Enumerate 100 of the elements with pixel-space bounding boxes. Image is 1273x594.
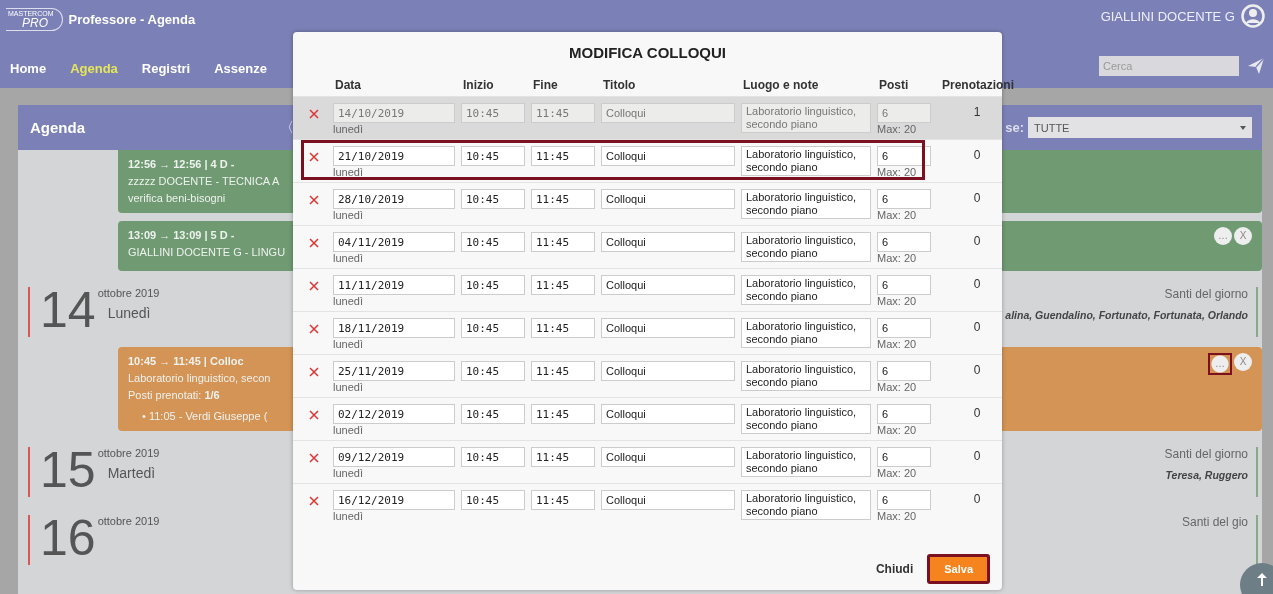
end-time-field[interactable]: 11:45 — [531, 404, 595, 424]
user-name: GIALLINI DOCENTE G — [1100, 8, 1235, 24]
end-time-field[interactable]: 11:45 — [531, 189, 595, 209]
title-field[interactable]: Colloqui — [601, 447, 735, 467]
saints-label: Santi del gio — [1181, 515, 1248, 529]
delete-icon[interactable] — [309, 324, 319, 334]
end-time-field[interactable]: 11:45 — [531, 275, 595, 295]
column-header: Fine — [532, 78, 559, 94]
place-field[interactable]: Laboratorio linguistico, secondo piano — [741, 447, 871, 477]
seats-field[interactable]: 6 — [877, 146, 931, 166]
weekday-label: lunedì — [333, 467, 364, 479]
start-time-field[interactable]: 10:45 — [461, 490, 525, 510]
close-link[interactable]: Chiudi — [875, 562, 914, 576]
seats-field[interactable]: 6 — [877, 404, 931, 424]
place-field[interactable]: Laboratorio linguistico, secondo piano — [741, 232, 871, 262]
date-field[interactable]: 21/10/2019 — [333, 146, 455, 166]
delete-icon[interactable] — [309, 410, 319, 420]
date-field[interactable]: 18/11/2019 — [333, 318, 455, 338]
start-time-field[interactable]: 10:45 — [461, 189, 525, 209]
start-time-field[interactable]: 10:45 — [461, 361, 525, 381]
title-field[interactable]: Colloqui — [601, 490, 735, 510]
event-time: 10:45 → 11:45 | Colloc — [128, 354, 245, 369]
date-field[interactable]: 09/12/2019 — [333, 447, 455, 467]
day-month: ottobre 2019 — [97, 447, 160, 459]
column-header: Prenotazioni — [941, 78, 1015, 94]
place-field[interactable]: Laboratorio linguistico, secondo piano — [741, 361, 871, 391]
date-field[interactable]: 16/12/2019 — [333, 490, 455, 510]
title-field[interactable]: Colloqui — [601, 404, 735, 424]
seats-field[interactable]: 6 — [877, 318, 931, 338]
place-field[interactable]: Laboratorio linguistico, secondo piano — [741, 490, 871, 520]
delete-icon[interactable] — [309, 195, 319, 205]
title-field[interactable]: Colloqui — [601, 232, 735, 252]
seats-field[interactable]: 6 — [877, 361, 931, 381]
max-seats-label: Max: 20 — [877, 467, 918, 479]
date-field[interactable]: 28/10/2019 — [333, 189, 455, 209]
delete-icon[interactable] — [309, 496, 319, 506]
date-field[interactable]: 04/11/2019 — [333, 232, 455, 252]
date-field[interactable]: 02/12/2019 — [333, 404, 455, 424]
max-seats-label: Max: 20 — [877, 424, 918, 436]
nav-link[interactable]: Registri — [141, 61, 191, 76]
date-field[interactable]: 11/11/2019 — [333, 275, 455, 295]
seats-field[interactable]: 6 — [877, 275, 931, 295]
title-field[interactable]: Colloqui — [601, 318, 735, 338]
bookings-count: 0 — [972, 491, 982, 506]
bookings-count: 0 — [972, 233, 982, 248]
user-avatar-icon — [1241, 4, 1265, 28]
end-time-field[interactable]: 11:45 — [531, 146, 595, 166]
search-field[interactable]: Cerca — [1099, 56, 1239, 76]
bookings-count: 0 — [972, 362, 982, 377]
saints-label: Santi del giorno — [1164, 447, 1248, 461]
column-header: Titolo — [602, 78, 637, 94]
bookings-count: 0 — [972, 448, 982, 463]
max-seats-label: Max: 20 — [877, 252, 918, 264]
day-month: ottobre 2019 — [97, 287, 160, 299]
title-field[interactable]: Colloqui — [601, 189, 735, 209]
event-text: GIALLINI DOCENTE G - LINGU — [128, 245, 286, 260]
start-time-field[interactable]: 10:45 — [461, 447, 525, 467]
day-number: 16 — [40, 515, 96, 565]
delete-icon[interactable] — [309, 238, 319, 248]
event-time: 12:56 → 12:56 | 4 D - — [128, 157, 236, 172]
start-time-field[interactable]: 10:45 — [461, 275, 525, 295]
end-time-field[interactable]: 11:45 — [531, 361, 595, 381]
seats-field[interactable]: 6 — [877, 490, 931, 510]
day-weekday: Martedì — [106, 465, 157, 481]
bookings-count: 0 — [972, 147, 982, 162]
title-field[interactable]: Colloqui — [601, 146, 735, 166]
place-field[interactable]: Laboratorio linguistico, secondo piano — [741, 318, 871, 348]
start-time-field[interactable]: 10:45 — [461, 318, 525, 338]
date-field[interactable]: 25/11/2019 — [333, 361, 455, 381]
delete-icon[interactable] — [309, 281, 319, 291]
end-time-field[interactable]: 11:45 — [531, 490, 595, 510]
event-text: Posti prenotati: 1/6 — [128, 388, 221, 403]
start-time-field[interactable]: 10:45 — [461, 232, 525, 252]
nav-link[interactable]: Home — [10, 61, 47, 76]
title-field[interactable]: Colloqui — [601, 275, 735, 295]
place-field[interactable]: Laboratorio linguistico, secondo piano — [741, 189, 871, 219]
seats-field[interactable]: 6 — [877, 447, 931, 467]
nav-link[interactable]: Assenze — [214, 61, 267, 76]
end-time-field[interactable]: 11:45 — [531, 447, 595, 467]
delete-icon[interactable] — [309, 152, 319, 162]
place-field[interactable]: Laboratorio linguistico, secondo piano — [741, 146, 871, 176]
place-field[interactable]: Laboratorio linguistico, secondo piano — [741, 275, 871, 305]
delete-icon[interactable] — [309, 453, 319, 463]
weekday-label: lunedì — [333, 123, 364, 135]
bookings-count: 0 — [972, 319, 982, 334]
filter-select[interactable]: TUTTE — [1028, 117, 1252, 138]
end-time-field[interactable]: 11:45 — [531, 318, 595, 338]
max-seats-label: Max: 20 — [877, 338, 918, 350]
end-time-field[interactable]: 11:45 — [531, 232, 595, 252]
seats-field[interactable]: 6 — [877, 232, 931, 252]
previous-button[interactable]: 〈 — [280, 118, 294, 137]
title-field[interactable]: Colloqui — [601, 361, 735, 381]
start-time-field[interactable]: 10:45 — [461, 146, 525, 166]
seats-field[interactable]: 6 — [877, 189, 931, 209]
page-title: Professore - Agenda — [68, 12, 196, 27]
start-time-field[interactable]: 10:45 — [461, 404, 525, 424]
weekday-label: lunedì — [333, 252, 364, 264]
place-field[interactable]: Laboratorio linguistico, secondo piano — [741, 404, 871, 434]
delete-icon[interactable] — [309, 367, 319, 377]
column-header: Posti — [878, 78, 910, 94]
